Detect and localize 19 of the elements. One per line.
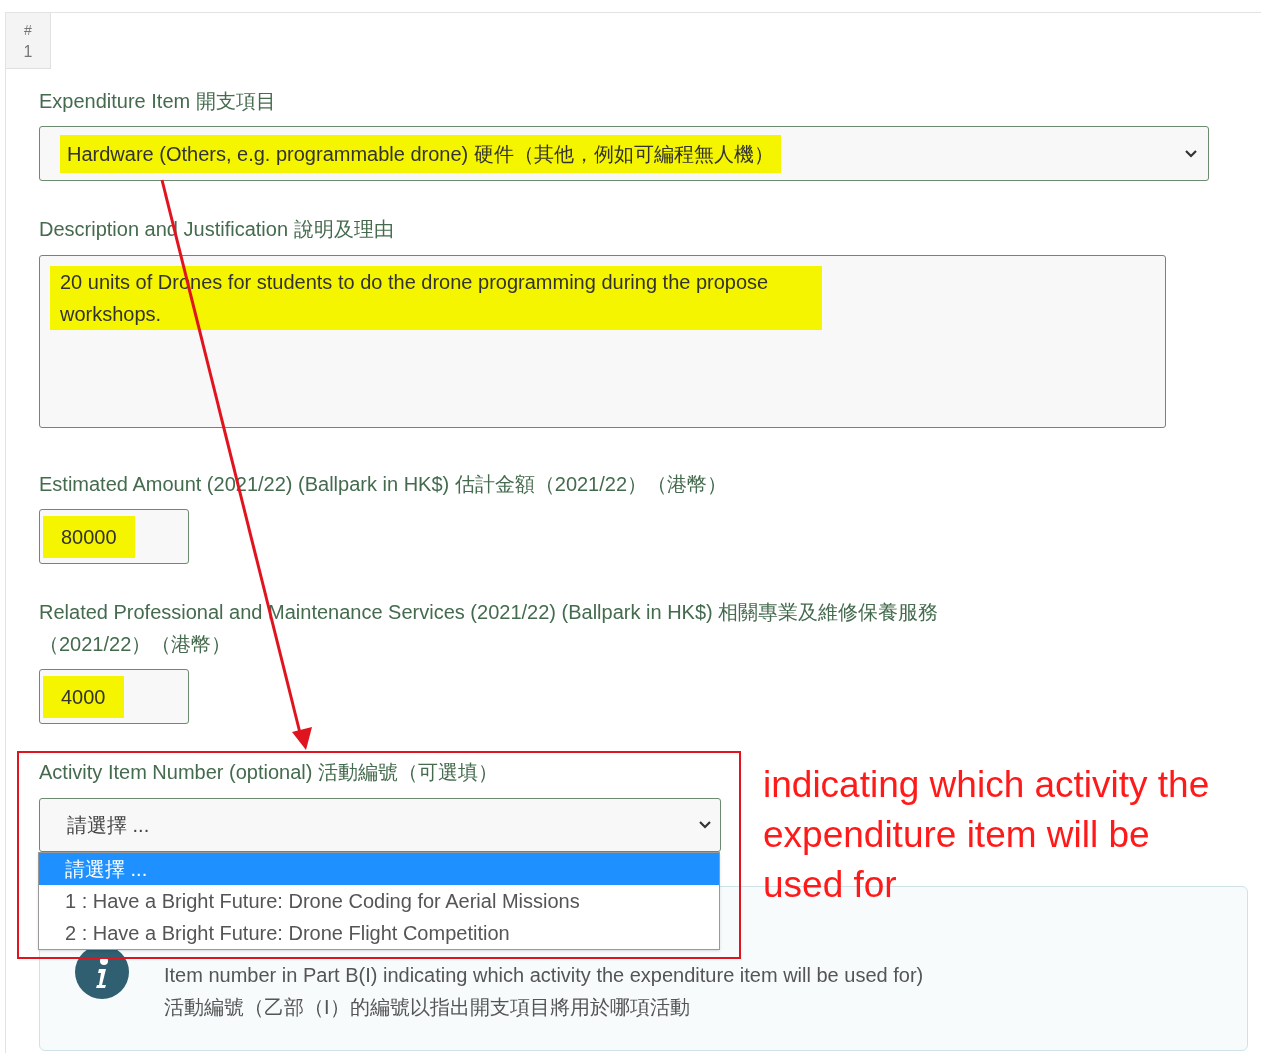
field-label: Activity Item Number (optional) 活動編號（可選填） [39, 761, 499, 783]
row-number: 1 [23, 41, 33, 62]
input-value: 4000 [43, 675, 124, 718]
input-value: 80000 [43, 515, 135, 558]
chevron-down-icon [1184, 148, 1198, 159]
select-value: Hardware (Others, e.g. programmable drone) 硬件（其他，例如可編程無人機） [60, 134, 781, 173]
amount-input[interactable]: 80000 [39, 509, 189, 564]
hash-symbol: # [24, 20, 32, 40]
expenditure-select[interactable]: Hardware (Others, e.g. programmable drone) 硬件（其他，例如可編程無人機） [39, 126, 1209, 181]
select-value: 請選擇 ... [67, 813, 150, 838]
dropdown-option[interactable]: 2 : Have a Bright Future: Drone Flight Competition [39, 917, 719, 949]
chevron-down-icon [698, 820, 712, 830]
field-label: Expenditure Item 開支項目 [39, 90, 277, 112]
info-text: 活動編號（乙部（I）的編號以指出開支項目將用於哪項活動 [164, 995, 691, 1020]
info-text: Item number in Part B(I) indicating which activity the expenditure item will be used for) [164, 963, 924, 988]
annotation-text: indicating which activity the expenditure item will be used for [763, 763, 1211, 907]
dropdown-option[interactable]: 1 : Have a Bright Future: Drone Coding for Aerial Missions [39, 885, 719, 917]
services-input[interactable]: 4000 [39, 669, 189, 724]
activity-select[interactable]: 請選擇 ... [39, 798, 721, 852]
